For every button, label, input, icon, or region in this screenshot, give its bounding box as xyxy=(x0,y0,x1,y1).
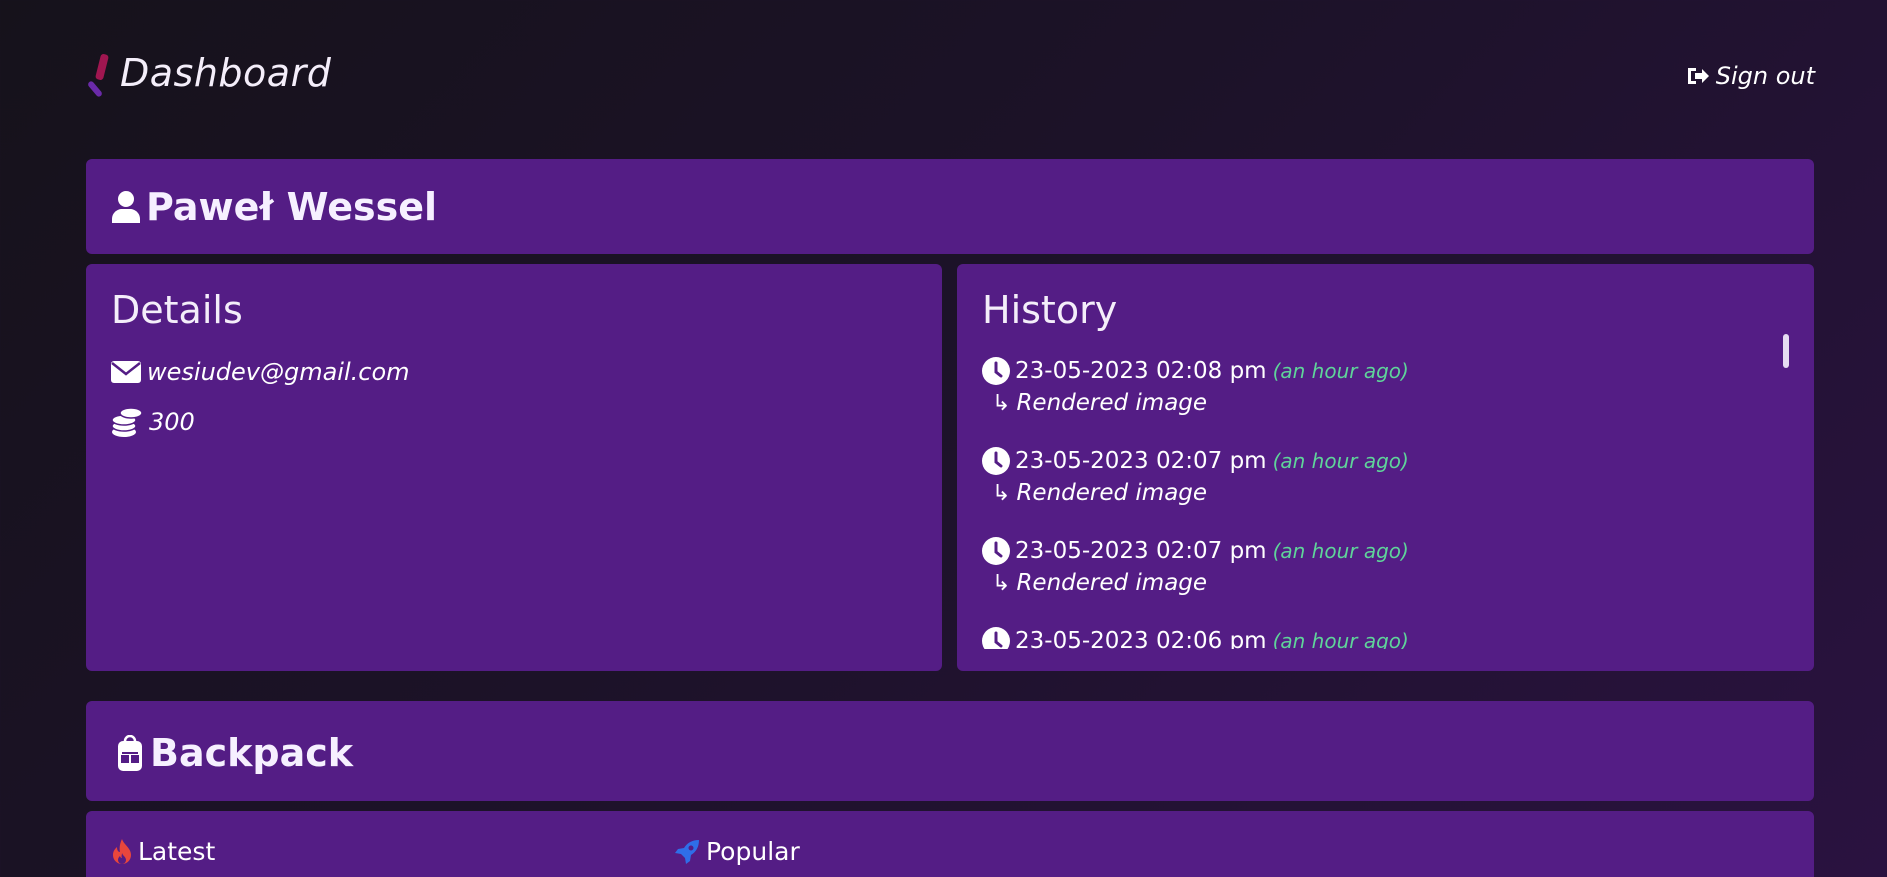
backpack-tabs: Latest Popular xyxy=(86,811,1814,877)
tab-popular-label: Popular xyxy=(706,837,800,866)
history-ago: (an hour ago) xyxy=(1272,629,1409,649)
logo-icon xyxy=(86,48,116,98)
clock-icon xyxy=(982,357,1010,385)
email-row: wesiudev@gmail.com xyxy=(111,358,410,386)
clock-icon xyxy=(982,627,1010,649)
email-value: wesiudev@gmail.com xyxy=(147,358,410,386)
coins-value: 300 xyxy=(149,408,195,436)
backpack-card: Backpack xyxy=(86,701,1814,801)
history-ago: (an hour ago) xyxy=(1272,539,1409,563)
reply-arrow-icon: ↳ xyxy=(992,390,1011,416)
clock-icon xyxy=(982,447,1010,475)
history-action: Rendered image xyxy=(1016,570,1208,596)
history-card: History 23-05-2023 02:08 pm (an hour ago… xyxy=(957,264,1814,671)
sign-out-label: Sign out xyxy=(1715,62,1815,90)
history-entry: 23-05-2023 02:08 pm (an hour ago) ↳ Rend… xyxy=(982,354,1782,444)
history-scrollbar[interactable] xyxy=(1783,334,1789,368)
reply-arrow-icon: ↳ xyxy=(992,570,1011,596)
tab-latest-label: Latest xyxy=(138,837,216,866)
history-time: 23-05-2023 02:06 pm xyxy=(1015,628,1267,649)
history-entry: 23-05-2023 02:07 pm (an hour ago) ↳ Rend… xyxy=(982,444,1782,534)
tab-latest[interactable]: Latest xyxy=(112,837,215,866)
history-time: 23-05-2023 02:07 pm xyxy=(1015,448,1267,474)
details-heading: Details xyxy=(111,288,243,332)
history-action: Rendered image xyxy=(1016,480,1208,506)
user-name-heading: Paweł Wessel xyxy=(112,185,437,229)
coins-icon xyxy=(111,407,143,437)
coins-row: 300 xyxy=(111,406,195,438)
envelope-icon xyxy=(111,361,141,383)
history-time: 23-05-2023 02:07 pm xyxy=(1015,538,1267,564)
user-name: Paweł Wessel xyxy=(146,185,438,229)
user-card: Paweł Wessel xyxy=(86,159,1814,254)
clock-icon xyxy=(982,537,1010,565)
backpack-title: Backpack xyxy=(150,731,354,775)
sign-out-button[interactable]: Sign out xyxy=(1686,62,1815,90)
sign-out-icon xyxy=(1687,68,1709,84)
fire-icon xyxy=(113,838,131,864)
top-bar: Dashboard Sign out xyxy=(86,48,1815,104)
history-entry: 23-05-2023 02:07 pm (an hour ago) ↳ Rend… xyxy=(982,534,1782,624)
backpack-heading: Backpack xyxy=(116,731,353,775)
history-action: Rendered image xyxy=(1016,390,1208,416)
rocket-icon xyxy=(675,839,699,864)
tab-popular[interactable]: Popular xyxy=(674,837,800,866)
history-entry: 23-05-2023 02:06 pm (an hour ago) xyxy=(982,624,1782,649)
backpack-icon xyxy=(118,735,142,771)
user-icon xyxy=(112,191,140,223)
brand[interactable]: Dashboard xyxy=(86,48,331,98)
history-ago: (an hour ago) xyxy=(1272,449,1409,473)
history-list[interactable]: 23-05-2023 02:08 pm (an hour ago) ↳ Rend… xyxy=(982,354,1782,649)
history-ago: (an hour ago) xyxy=(1272,359,1409,383)
details-card: Details wesiudev@gmail.com 300 xyxy=(86,264,942,671)
reply-arrow-icon: ↳ xyxy=(992,480,1011,506)
page-title: Dashboard xyxy=(120,51,332,95)
history-time: 23-05-2023 02:08 pm xyxy=(1015,358,1267,384)
history-heading: History xyxy=(982,288,1118,332)
